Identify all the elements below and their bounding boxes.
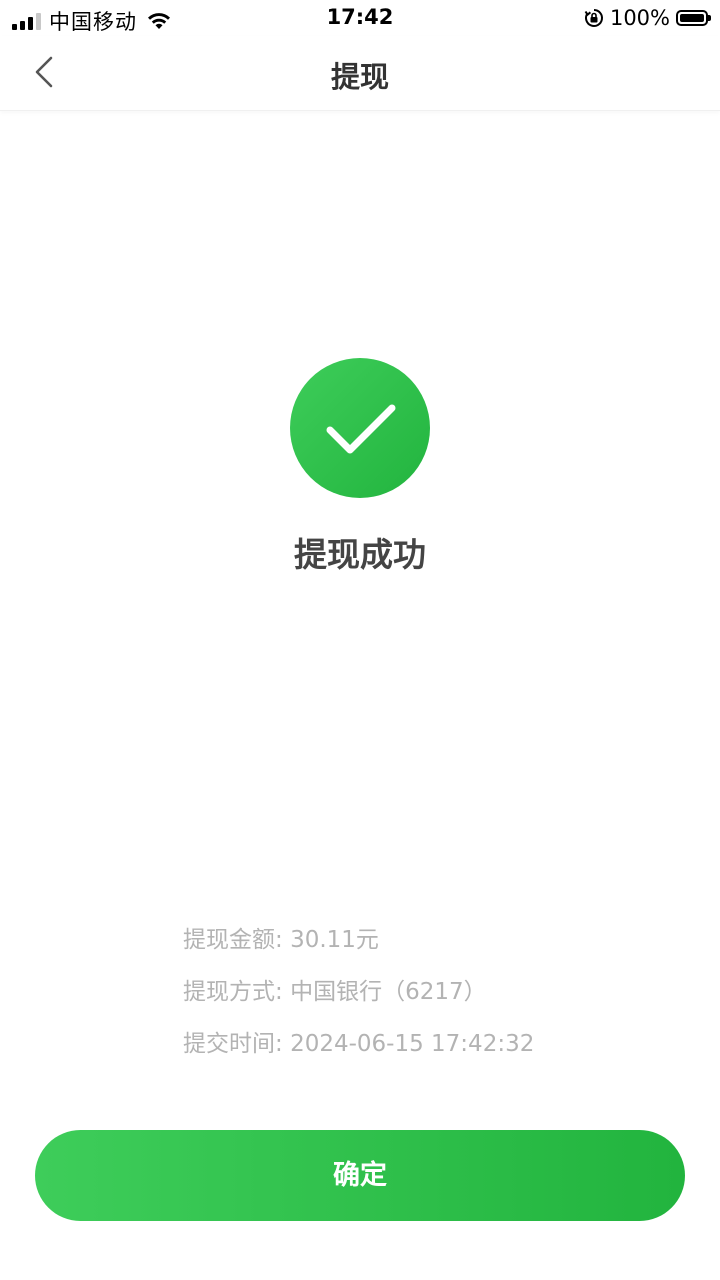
detail-time: 提交时间: 2024-06-15 17:42:32 (183, 1028, 683, 1080)
detail-value: 2024-06-15 17:42:32 (290, 1031, 535, 1057)
detail-label: 提现方式: (183, 979, 283, 1005)
detail-label: 提交时间: (183, 1031, 283, 1057)
detail-value: 30.11元 (290, 927, 379, 953)
nav-bar: 提现 (0, 36, 720, 111)
page-title: 提现 (330, 60, 389, 94)
battery-percentage: 100% (609, 6, 670, 30)
detail-value: 中国银行（6217） (290, 979, 487, 1005)
detail-label: 提现金额: (183, 927, 283, 953)
check-circle-icon (290, 358, 430, 498)
detail-amount: 提现金额: 30.11元 (183, 924, 683, 976)
status-right: 100% (584, 6, 711, 30)
status-bar: 中国移动 17:42 100% (0, 0, 720, 36)
withdrawal-details: 提现金额: 30.11元 提现方式: 中国银行（6217） 提交时间: 2024… (183, 924, 683, 1080)
detail-method: 提现方式: 中国银行（6217） (183, 976, 683, 1028)
battery-icon (676, 10, 711, 26)
success-title: 提现成功 (294, 535, 426, 574)
confirm-button[interactable]: 确定 (35, 1130, 685, 1221)
orientation-lock-icon (584, 8, 604, 28)
